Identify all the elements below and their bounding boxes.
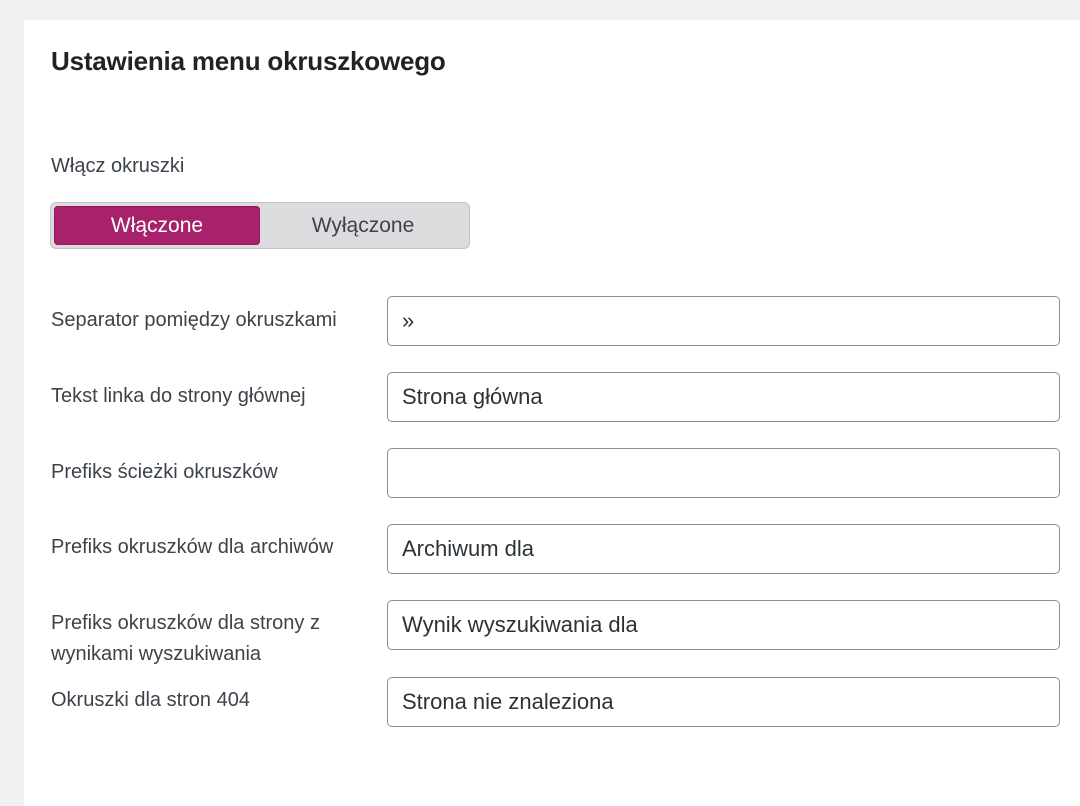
section-title: Ustawienia menu okruszkowego (51, 46, 446, 76)
toggle-off-button[interactable]: Wyłączone (260, 206, 466, 245)
home-link-text-label: Tekst linka do strony głównej (51, 385, 306, 407)
path-prefix-label: Prefiks ścieżki okruszków (51, 461, 278, 483)
search-prefix-input[interactable] (387, 600, 1060, 650)
search-prefix-label: Prefiks okruszków dla strony z wynikami … (51, 612, 320, 665)
path-prefix-input[interactable] (387, 448, 1060, 498)
breadcrumb-settings-panel: Ustawienia menu okruszkowego Włącz okrus… (24, 20, 1080, 806)
separator-label: Separator pomiędzy okruszkami (51, 309, 337, 331)
archive-prefix-label: Prefiks okruszków dla archiwów (51, 536, 334, 558)
toggle-on-button[interactable]: Włączone (54, 206, 260, 245)
home-link-text-input[interactable] (387, 372, 1060, 422)
enable-breadcrumbs-toggle: Włączone Wyłączone (50, 202, 470, 249)
404-breadcrumb-label: Okruszki dla stron 404 (51, 689, 250, 711)
archive-prefix-input[interactable] (387, 524, 1060, 574)
404-breadcrumb-input[interactable] (387, 677, 1060, 727)
enable-breadcrumbs-label: Włącz okruszki (51, 155, 185, 177)
separator-input[interactable] (387, 296, 1060, 346)
